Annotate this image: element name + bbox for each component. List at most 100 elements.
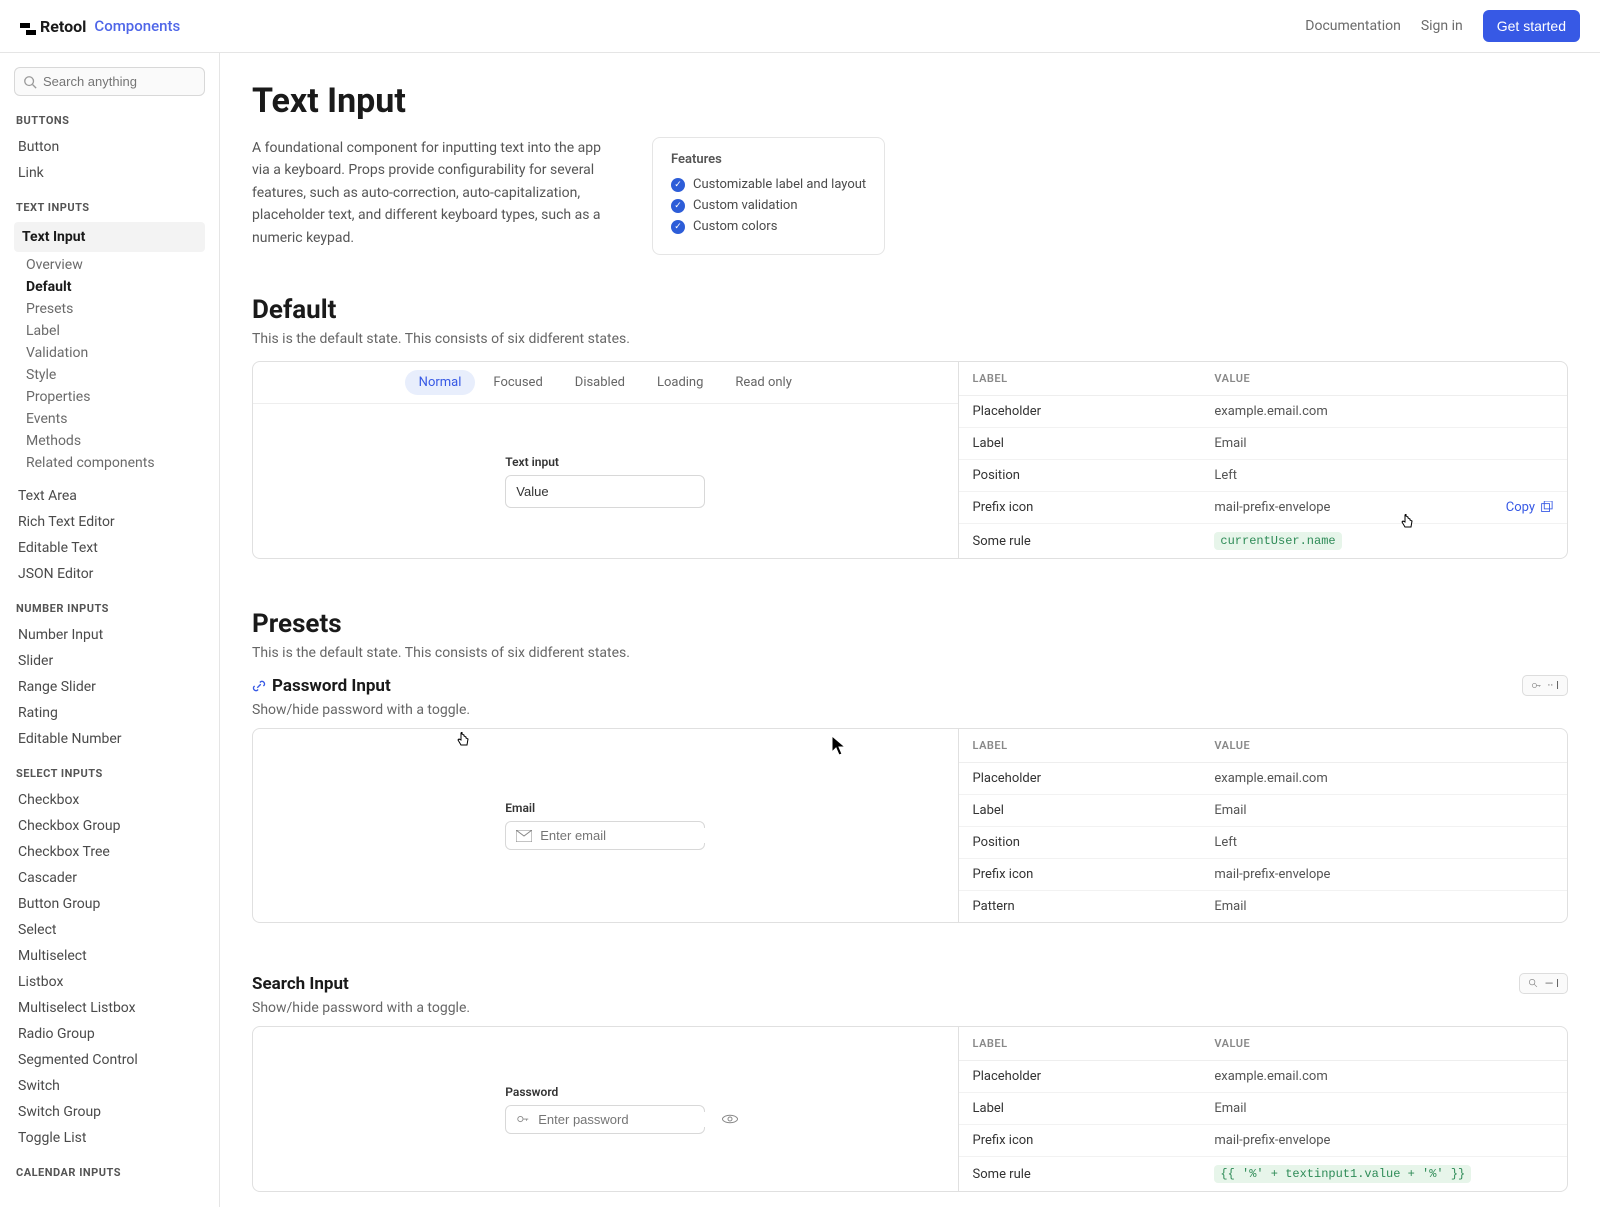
password-demo-card: Email LABEL VALUE bbox=[252, 728, 1568, 923]
prop-row: Some rule currentUser.name bbox=[959, 524, 1567, 558]
password-input[interactable] bbox=[538, 1112, 714, 1127]
password-input-wrap[interactable] bbox=[505, 1105, 705, 1134]
search-title: Search Input bbox=[252, 974, 349, 994]
sidebar-item-rich-text-editor[interactable]: Rich Text Editor bbox=[14, 510, 205, 534]
sidebar-item-range-slider[interactable]: Range Slider bbox=[14, 675, 205, 699]
tab-readonly[interactable]: Read only bbox=[721, 370, 805, 395]
documentation-link[interactable]: Documentation bbox=[1305, 18, 1401, 34]
password-preset-header: Password Input ·· I bbox=[252, 675, 1568, 696]
components-link[interactable]: Components bbox=[94, 17, 180, 35]
sidebar-sub-properties[interactable]: Properties bbox=[14, 386, 205, 408]
sidebar-item-toggle-list[interactable]: Toggle List bbox=[14, 1126, 205, 1150]
eye-icon[interactable] bbox=[722, 1112, 738, 1126]
prop-label: Placeholder bbox=[973, 404, 1215, 419]
tab-normal[interactable]: Normal bbox=[405, 370, 476, 395]
anchor-link-icon[interactable] bbox=[252, 679, 266, 693]
sidebar-item-rating[interactable]: Rating bbox=[14, 701, 205, 725]
magnify-icon bbox=[1528, 978, 1539, 989]
prop-row: PositionLeft bbox=[959, 827, 1567, 859]
logo[interactable]: Retool bbox=[20, 17, 86, 36]
sidebar-item-slider[interactable]: Slider bbox=[14, 649, 205, 673]
search-box[interactable]: ⌘ Z bbox=[14, 67, 205, 96]
prop-value: Left bbox=[1214, 468, 1553, 483]
field-label: Email bbox=[505, 801, 705, 815]
check-icon: ✓ bbox=[671, 199, 685, 213]
sidebar-item-button-group[interactable]: Button Group bbox=[14, 892, 205, 916]
sidebar-item-checkbox[interactable]: Checkbox bbox=[14, 788, 205, 812]
retool-logo-icon bbox=[20, 20, 36, 32]
prop-header-label: LABEL bbox=[973, 372, 1215, 385]
sidebar-sub-label[interactable]: Label bbox=[14, 320, 205, 342]
default-desc: This is the default state. This consists… bbox=[252, 331, 1568, 347]
sidebar-group-text-inputs: TEXT INPUTS bbox=[16, 201, 205, 214]
prop-value: Email bbox=[1214, 436, 1553, 451]
sidebar-item-checkbox-group[interactable]: Checkbox Group bbox=[14, 814, 205, 838]
sidebar-item-switch-group[interactable]: Switch Group bbox=[14, 1100, 205, 1124]
tab-disabled[interactable]: Disabled bbox=[561, 370, 639, 395]
sidebar-group-number-inputs: NUMBER INPUTS bbox=[16, 602, 205, 615]
sidebar-item-text-input[interactable]: Text Input bbox=[14, 222, 205, 252]
envelope-icon bbox=[516, 829, 532, 843]
page-title: Text Input bbox=[252, 81, 1568, 121]
prop-row: Placeholderexample.email.com bbox=[959, 1061, 1567, 1093]
sidebar-item-listbox[interactable]: Listbox bbox=[14, 970, 205, 994]
sidebar-group-select-inputs: SELECT INPUTS bbox=[16, 767, 205, 780]
default-title: Default bbox=[252, 295, 1568, 325]
presets-section: Presets This is the default state. This … bbox=[252, 609, 1568, 1192]
prop-header: LABEL VALUE bbox=[959, 1027, 1567, 1061]
prop-header: LABEL VALUE bbox=[959, 362, 1567, 396]
feature-item: ✓ Custom colors bbox=[671, 219, 866, 234]
demo-text-input[interactable] bbox=[505, 475, 705, 508]
presets-desc: This is the default state. This consists… bbox=[252, 645, 1568, 661]
sidebar-item-multiselect-listbox[interactable]: Multiselect Listbox bbox=[14, 996, 205, 1020]
email-input[interactable] bbox=[540, 828, 716, 843]
sidebar-sub-validation[interactable]: Validation bbox=[14, 342, 205, 364]
sidebar-item-cascader[interactable]: Cascader bbox=[14, 866, 205, 890]
copy-button[interactable]: Copy bbox=[1506, 500, 1553, 515]
sidebar-item-multiselect[interactable]: Multiselect bbox=[14, 944, 205, 968]
main-content: Text Input A foundational component for … bbox=[220, 53, 1600, 1207]
sidebar-item-radio-group[interactable]: Radio Group bbox=[14, 1022, 205, 1046]
tab-focused[interactable]: Focused bbox=[479, 370, 556, 395]
sidebar-sub-presets[interactable]: Presets bbox=[14, 298, 205, 320]
prop-row: Prefix iconmail-prefix-envelope bbox=[959, 859, 1567, 891]
sidebar-sub-events[interactable]: Events bbox=[14, 408, 205, 430]
prop-row: Placeholder example.email.com bbox=[959, 396, 1567, 428]
sidebar-sub-methods[interactable]: Methods bbox=[14, 430, 205, 452]
key-icon bbox=[516, 1112, 530, 1126]
demo-props: LABEL VALUE Placeholderexample.email.com… bbox=[958, 729, 1567, 922]
sidebar-group-buttons: BUTTONS bbox=[16, 114, 205, 127]
features-box: Features ✓ Customizable label and layout… bbox=[652, 137, 885, 255]
tab-loading[interactable]: Loading bbox=[643, 370, 717, 395]
sidebar-item-text-area[interactable]: Text Area bbox=[14, 484, 205, 508]
sidebar-item-number-input[interactable]: Number Input bbox=[14, 623, 205, 647]
prop-row: Prefix iconmail-prefix-envelope bbox=[959, 1125, 1567, 1157]
features-title: Features bbox=[671, 152, 866, 167]
email-input-wrap[interactable] bbox=[505, 821, 705, 850]
sidebar-item-editable-text[interactable]: Editable Text bbox=[14, 536, 205, 560]
search-input[interactable] bbox=[43, 74, 219, 89]
sidebar-item-switch[interactable]: Switch bbox=[14, 1074, 205, 1098]
demo-preview: Email bbox=[253, 729, 958, 922]
sidebar-sub-related[interactable]: Related components bbox=[14, 452, 205, 474]
sidebar-item-segmented-control[interactable]: Segmented Control bbox=[14, 1048, 205, 1072]
demo-tabs: Normal Focused Disabled Loading Read onl… bbox=[253, 362, 958, 404]
page-description: A foundational component for inputting t… bbox=[252, 137, 612, 249]
sidebar-item-link[interactable]: Link bbox=[14, 161, 205, 185]
sidebar-item-json-editor[interactable]: JSON Editor bbox=[14, 562, 205, 586]
signin-link[interactable]: Sign in bbox=[1421, 18, 1463, 34]
sidebar-sub-style[interactable]: Style bbox=[14, 364, 205, 386]
sidebar-sub-default[interactable]: Default bbox=[14, 276, 205, 298]
sidebar-item-editable-number[interactable]: Editable Number bbox=[14, 727, 205, 751]
sidebar-item-button[interactable]: Button bbox=[14, 135, 205, 159]
demo-left: Email bbox=[253, 729, 958, 922]
search-preset-header: Search Input — I bbox=[252, 973, 1568, 994]
prop-label: Label bbox=[973, 436, 1215, 451]
sidebar-item-select[interactable]: Select bbox=[14, 918, 205, 942]
get-started-button[interactable]: Get started bbox=[1483, 10, 1580, 42]
prop-value-code: currentUser.name bbox=[1214, 532, 1341, 550]
sidebar-sub-overview[interactable]: Overview bbox=[14, 254, 205, 276]
sidebar-item-checkbox-tree[interactable]: Checkbox Tree bbox=[14, 840, 205, 864]
prop-row: Placeholderexample.email.com bbox=[959, 763, 1567, 795]
prop-row: Label Email bbox=[959, 428, 1567, 460]
